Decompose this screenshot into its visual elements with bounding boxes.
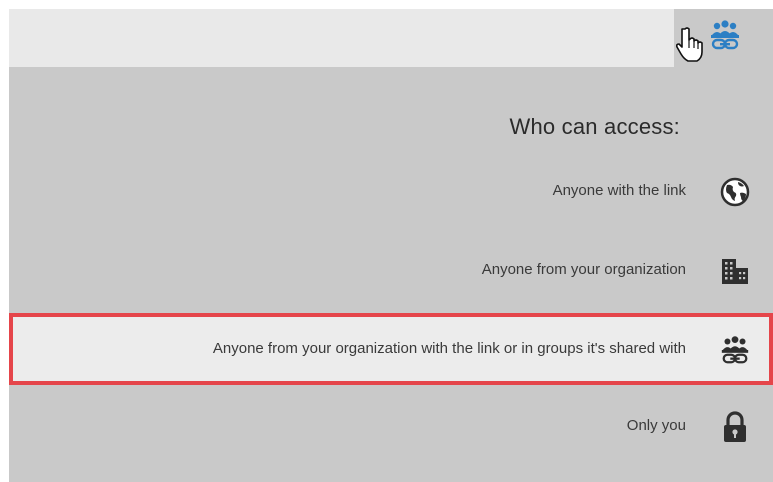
access-heading: Who can access: xyxy=(509,114,680,139)
lock-icon xyxy=(717,409,753,445)
option-label: Anyone with the link xyxy=(552,182,686,199)
group-link-icon xyxy=(717,332,753,368)
option-anyone-in-organization[interactable]: Anyone from your organization xyxy=(9,234,773,306)
option-label: Only you xyxy=(626,417,686,434)
option-label: Anyone from your organization with the l… xyxy=(212,340,686,357)
building-icon xyxy=(717,253,753,289)
option-only-you[interactable]: Only you xyxy=(9,390,773,462)
hand-cursor-icon xyxy=(676,27,703,62)
option-org-with-link-or-groups[interactable]: Anyone from your organization with the l… xyxy=(9,313,773,385)
option-label: Anyone from your organization xyxy=(481,261,686,278)
globe-icon xyxy=(717,174,753,210)
group-link-icon[interactable] xyxy=(708,18,742,52)
top-bar xyxy=(9,9,773,67)
option-anyone-with-link[interactable]: Anyone with the link xyxy=(9,155,773,227)
